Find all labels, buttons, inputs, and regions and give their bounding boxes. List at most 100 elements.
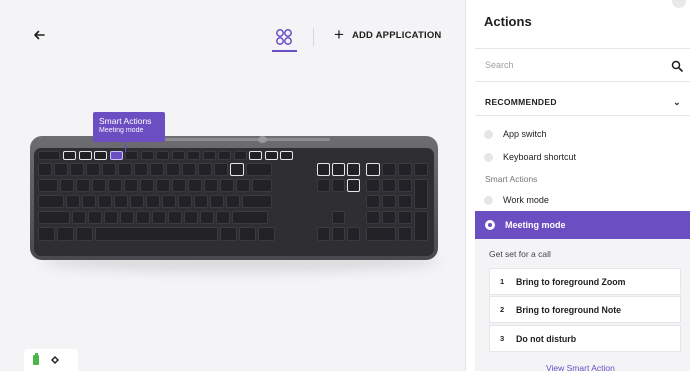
keyboard-key (120, 211, 134, 224)
keyboard-key (57, 227, 74, 241)
keyboard-key (317, 179, 330, 192)
search-box (475, 48, 690, 82)
panel-title: Actions (484, 14, 532, 29)
search-icon[interactable] (671, 60, 683, 72)
keyboard-key (136, 211, 150, 224)
keyboard-key (332, 163, 345, 176)
keyboard-key (233, 151, 247, 160)
keyboard-key (398, 211, 412, 224)
keyboard-key (366, 227, 396, 241)
keyboard-key (108, 179, 122, 192)
detail-label: Get set for a call (489, 249, 551, 259)
view-toggle-underline (272, 50, 297, 52)
panel-scrollbar[interactable] (672, 0, 686, 8)
keyboard-key (280, 151, 293, 160)
search-input[interactable] (485, 60, 665, 70)
keyboard-key (156, 179, 170, 192)
keyboard-key (172, 179, 186, 192)
step-item[interactable]: 3 Do not disturb (489, 325, 681, 352)
keyboard-key (242, 195, 272, 208)
keyboard-key (347, 179, 360, 192)
keyboard-key (70, 163, 84, 176)
radio-button (484, 195, 493, 205)
keyboard-key (398, 195, 412, 208)
grid-view-icon[interactable] (274, 27, 294, 47)
smart-actions-tooltip: Smart Actions Meeting mode (93, 112, 165, 142)
keyboard-key (210, 195, 224, 208)
keyboard-key (317, 163, 330, 176)
keyboard-key (118, 163, 132, 176)
keyboard-key (236, 179, 250, 192)
keyboard-key (38, 211, 70, 224)
keyboard-key (94, 151, 107, 160)
keyboard-key (88, 211, 102, 224)
keyboard-key (414, 179, 428, 209)
keyboard-key (166, 163, 180, 176)
keyboard-key (366, 195, 380, 208)
keyboard-key (202, 151, 216, 160)
step-label: Bring to foreground Note (516, 304, 622, 315)
action-item-work-mode[interactable]: Work mode (484, 195, 549, 205)
keyboard-key (152, 211, 166, 224)
logi-flow-icon[interactable] (49, 354, 61, 366)
keyboard-key (38, 179, 58, 192)
keyboard-key (239, 227, 256, 241)
step-number: 3 (500, 334, 505, 343)
keyboard-key (264, 151, 278, 160)
action-item-meeting-mode[interactable]: Meeting mode (475, 211, 690, 239)
radio-button (484, 152, 493, 162)
keyboard-key (317, 227, 330, 241)
step-label: Bring to foreground Zoom (516, 276, 626, 287)
keyboard-key (216, 211, 230, 224)
keyboard-key (38, 195, 64, 208)
keyboard-key (332, 179, 345, 192)
add-application-button[interactable]: + ADD APPLICATION (334, 26, 442, 43)
keyboard-key (398, 163, 412, 176)
keyboard-key (38, 151, 60, 160)
keyboard-key (104, 211, 118, 224)
step-item[interactable]: 1 Bring to foreground Zoom (489, 268, 681, 295)
radio-button (484, 129, 493, 139)
keyboard-key (382, 179, 396, 192)
keyboard-key (347, 163, 360, 176)
keyboard-key (171, 151, 185, 160)
keyboard-key (140, 151, 154, 160)
chevron-down-icon: ⌄ (673, 96, 681, 107)
keyboard-key (184, 211, 198, 224)
main-canvas: + ADD APPLICATION Smart Actions Meeting … (0, 0, 465, 371)
recommended-section-header[interactable]: RECOMMENDED ⌄ (475, 89, 690, 116)
keyboard-key (382, 211, 396, 224)
keyboard-deck (34, 148, 434, 256)
add-application-label: ADD APPLICATION (351, 29, 442, 41)
keyboard-key (125, 151, 138, 160)
back-arrow-icon[interactable] (32, 28, 46, 42)
keyboard-key (150, 163, 164, 176)
keyboard-key (198, 163, 212, 176)
keyboard-key (226, 195, 240, 208)
action-item-label: Keyboard shortcut (503, 152, 577, 162)
keyboard-key (82, 195, 96, 208)
step-number: 1 (500, 277, 505, 286)
keyboard-key (54, 163, 68, 176)
keyboard-key (92, 179, 106, 192)
tooltip-title: Smart Actions (99, 116, 152, 126)
step-item[interactable]: 2 Bring to foreground Note (489, 296, 681, 323)
keyboard-key (130, 195, 144, 208)
action-item-label: Meeting mode (505, 220, 566, 230)
keyboard-key (246, 163, 272, 176)
action-item-app-switch[interactable]: App switch (484, 129, 547, 139)
view-smart-action-link[interactable]: View Smart Action (546, 363, 615, 371)
tooltip-subtitle: Meeting mode (99, 127, 144, 134)
keyboard-key (218, 151, 231, 160)
keyboard-key (38, 227, 55, 241)
keyboard-key (347, 227, 360, 241)
keyboard-key (86, 163, 100, 176)
action-item-keyboard-shortcut[interactable]: Keyboard shortcut (484, 152, 576, 162)
keyboard-key (66, 195, 80, 208)
keyboard-key (98, 195, 112, 208)
keyboard-key (414, 163, 428, 176)
keyboard-key (382, 163, 396, 176)
keyboard-key (366, 179, 380, 192)
keyboard-key (60, 179, 74, 192)
keyboard-key (140, 179, 154, 192)
